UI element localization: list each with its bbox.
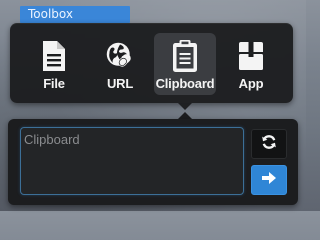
- menu-item-clipboard[interactable]: Clipboard: [154, 33, 216, 95]
- file-icon: [39, 39, 69, 73]
- menu-pointer: [178, 103, 192, 110]
- menu-item-app[interactable]: App: [220, 33, 282, 95]
- menu-item-label: URL: [106, 76, 134, 91]
- box-icon: [236, 39, 266, 73]
- menu-item-label: File: [43, 76, 65, 91]
- menu-item-label: App: [238, 76, 264, 91]
- clipboard-text-input[interactable]: [20, 127, 244, 195]
- input-panel-pointer: [178, 112, 192, 119]
- window-title-tab[interactable]: Toolbox: [20, 6, 130, 23]
- clipboard-icon: [170, 39, 200, 73]
- menu-item-file[interactable]: File: [23, 33, 85, 95]
- clipboard-input-panel: [8, 119, 298, 205]
- submit-button[interactable]: [251, 165, 287, 195]
- source-menu: File URL Clipboard App: [10, 23, 293, 103]
- arrow-right-icon: [262, 171, 276, 189]
- menu-item-label: Clipboard: [155, 76, 215, 91]
- menu-item-url[interactable]: URL: [89, 33, 151, 95]
- refresh-icon: [261, 134, 277, 155]
- refresh-button[interactable]: [251, 129, 287, 159]
- globe-link-icon: [105, 39, 135, 73]
